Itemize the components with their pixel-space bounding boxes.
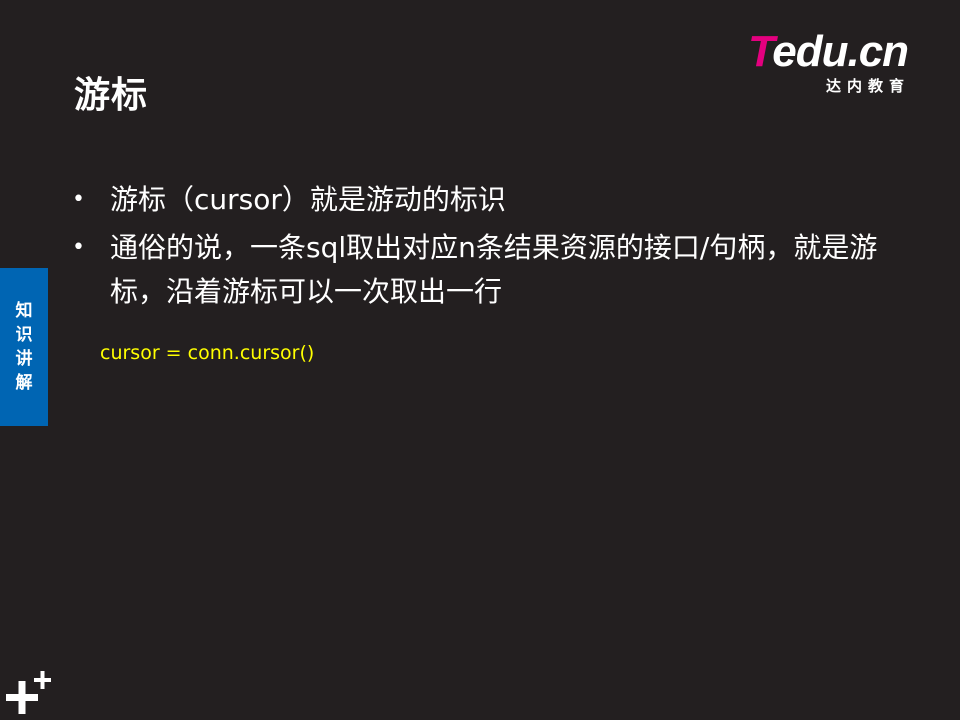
bullet-item: • 通俗的说，一条sql取出对应n条结果资源的接口/句柄，就是游标，沿着游标可以… — [72, 226, 932, 314]
slide: 游标 Tedu.cn 达内教育 知 识 讲 解 • 游标（cursor）就是游动… — [0, 0, 960, 720]
knowledge-tab-char: 知 — [15, 301, 33, 321]
logo-letter-t: T — [748, 27, 773, 76]
code-snippet: cursor = conn.cursor() — [100, 342, 315, 364]
logo-subtitle: 达内教育 — [826, 77, 911, 95]
logo-wordmark: Tedu.cn — [748, 27, 909, 76]
bullet-text: 通俗的说，一条sql取出对应n条结果资源的接口/句柄，就是游标，沿着游标可以一次… — [110, 231, 878, 308]
slide-title: 游标 — [74, 75, 149, 116]
tedu-logo: Tedu.cn 达内教育 — [748, 28, 930, 100]
knowledge-tab-char: 识 — [15, 325, 33, 345]
bullet-dot-icon: • — [72, 235, 85, 260]
plus-plus-icon — [6, 671, 51, 714]
knowledge-tab-char: 解 — [15, 373, 33, 393]
knowledge-tab-char: 讲 — [15, 349, 33, 369]
bullet-dot-icon: • — [72, 187, 85, 212]
bullet-list: • 游标（cursor）就是游动的标识 • 通俗的说，一条sql取出对应n条结果… — [72, 178, 932, 318]
bullet-text: 游标（cursor）就是游动的标识 — [110, 183, 506, 216]
knowledge-tab: 知 识 讲 解 — [0, 268, 48, 426]
logo-domain: edu.cn — [772, 27, 909, 76]
bullet-item: • 游标（cursor）就是游动的标识 — [72, 178, 932, 222]
